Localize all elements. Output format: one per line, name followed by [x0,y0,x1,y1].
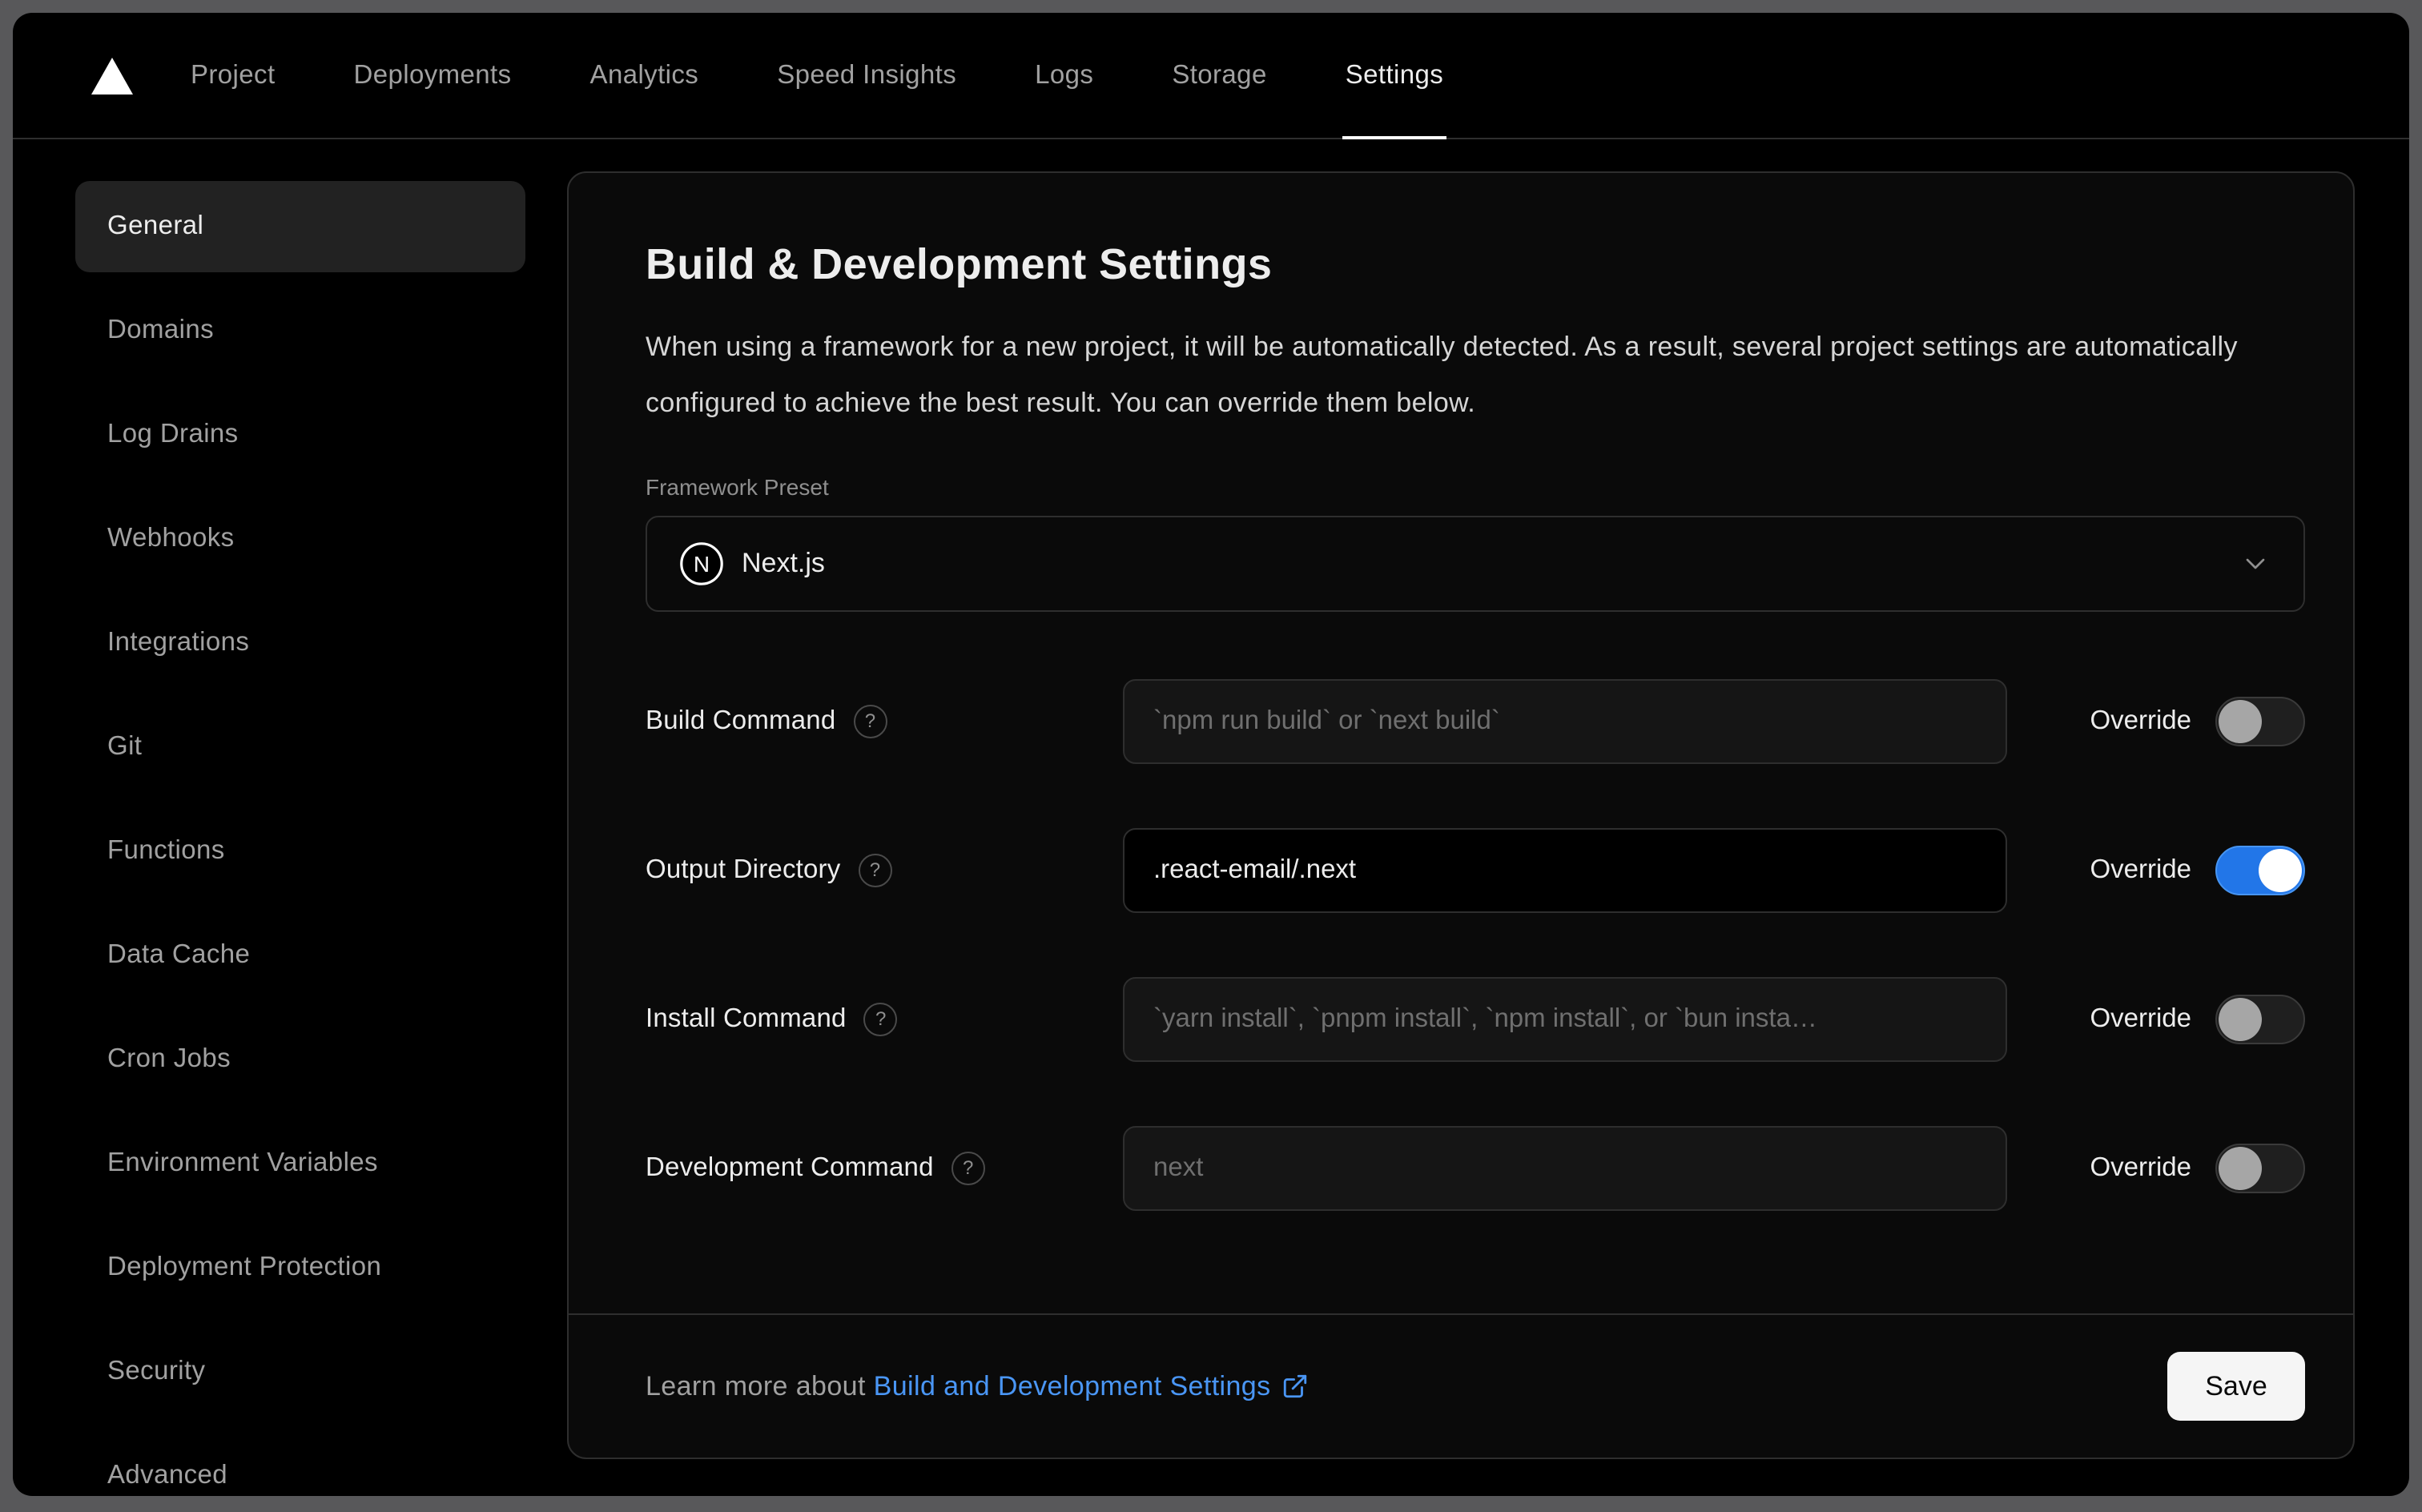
card-description: When using a framework for a new project… [646,332,2238,419]
sidebar-item-webhooks[interactable]: Webhooks [75,493,525,585]
sidebar-item-domains[interactable]: Domains [75,285,525,376]
build-command-label: Build Command [646,706,836,735]
help-icon[interactable]: ? [858,853,892,887]
help-icon[interactable]: ? [853,704,887,738]
sidebar-item-environment-variables[interactable]: Environment Variables [75,1118,525,1209]
toggle-knob [2219,1146,2262,1190]
framework-preset-select[interactable]: N Next.js [646,515,2305,612]
override-label: Override [2090,706,2191,735]
help-icon[interactable]: ? [863,1002,898,1036]
override-label: Override [2090,1152,2191,1182]
command-rows: Build Command ? Override [646,678,2305,1211]
toggle-knob [2259,848,2302,892]
nextjs-icon: N [679,541,724,585]
development-command-row: Development Command ? Override [646,1125,2305,1211]
docs-link-label: Build and Development Settings [873,1370,1271,1401]
project-tabs: Project Deployments Analytics Speed Insi… [191,13,1447,139]
build-command-override-toggle[interactable] [2215,696,2305,746]
development-command-label: Development Command [646,1152,934,1182]
development-command-input[interactable] [1123,1125,2007,1211]
tab-project[interactable]: Project [191,13,276,138]
build-command-input[interactable] [1123,678,2007,764]
sidebar-item-data-cache[interactable]: Data Cache [75,910,525,1001]
output-directory-override-toggle[interactable] [2215,845,2305,895]
sidebar-item-general[interactable]: General [75,181,525,272]
sidebar-item-advanced[interactable]: Advanced [75,1430,525,1496]
tab-speed-insights[interactable]: Speed Insights [777,13,956,138]
override-label: Override [2090,1003,2191,1033]
chevron-down-icon [2239,547,2271,579]
install-command-override-toggle[interactable] [2215,994,2305,1044]
screen: Project Deployments Analytics Speed Insi… [0,0,2422,1512]
framework-preset-label: Framework Preset [646,473,829,500]
settings-sidebar: General Domains Log Drains Webhooks Inte… [13,139,541,1496]
sidebar-item-integrations[interactable]: Integrations [75,597,525,689]
development-command-override-toggle[interactable] [2215,1143,2305,1193]
docs-link[interactable]: Build and Development Settings [874,1370,1310,1402]
learn-more-prefix: Learn more about [646,1370,874,1401]
card-body: Build & Development Settings When using … [569,173,2353,1313]
sidebar-item-cron-jobs[interactable]: Cron Jobs [75,1014,525,1105]
sidebar-item-git[interactable]: Git [75,702,525,793]
build-settings-card: Build & Development Settings When using … [567,171,2355,1459]
page-title: Build & Development Settings [646,240,1273,288]
learn-more-text: Learn more about Build and Development S… [646,1370,1310,1402]
output-directory-input[interactable] [1123,827,2007,913]
sidebar-item-log-drains[interactable]: Log Drains [75,389,525,481]
sidebar-item-security[interactable]: Security [75,1326,525,1418]
tab-settings[interactable]: Settings [1342,13,1447,139]
tab-deployments[interactable]: Deployments [354,13,512,138]
sidebar-item-functions[interactable]: Functions [75,806,525,897]
install-command-input[interactable] [1123,976,2007,1062]
content-area: General Domains Log Drains Webhooks Inte… [13,139,2409,1496]
card-footer: Learn more about Build and Development S… [569,1313,2353,1458]
output-directory-label: Output Directory [646,855,841,884]
tab-analytics[interactable]: Analytics [590,13,699,138]
toggle-knob [2219,997,2262,1041]
sidebar-item-deployment-protection[interactable]: Deployment Protection [75,1222,525,1313]
external-link-icon [1282,1373,1310,1400]
toggle-knob [2219,699,2262,743]
main-panel: Build & Development Settings When using … [541,139,2409,1496]
triangle-shape [91,57,133,94]
build-command-row: Build Command ? Override [646,678,2305,764]
install-command-label: Install Command [646,1003,847,1033]
app-window: Project Deployments Analytics Speed Insi… [13,13,2409,1496]
tab-logs[interactable]: Logs [1035,13,1093,138]
help-icon[interactable]: ? [951,1151,985,1185]
install-command-row: Install Command ? Override [646,976,2305,1062]
output-directory-row: Output Directory ? Override [646,827,2305,913]
tab-storage[interactable]: Storage [1172,13,1266,138]
save-button[interactable]: Save [2167,1352,2305,1421]
override-label: Override [2090,855,2191,884]
vercel-logo-icon[interactable] [91,57,133,94]
top-navbar: Project Deployments Analytics Speed Insi… [13,13,2409,139]
nextjs-glyph: N [694,551,710,576]
framework-preset-value: Next.js [742,547,825,578]
